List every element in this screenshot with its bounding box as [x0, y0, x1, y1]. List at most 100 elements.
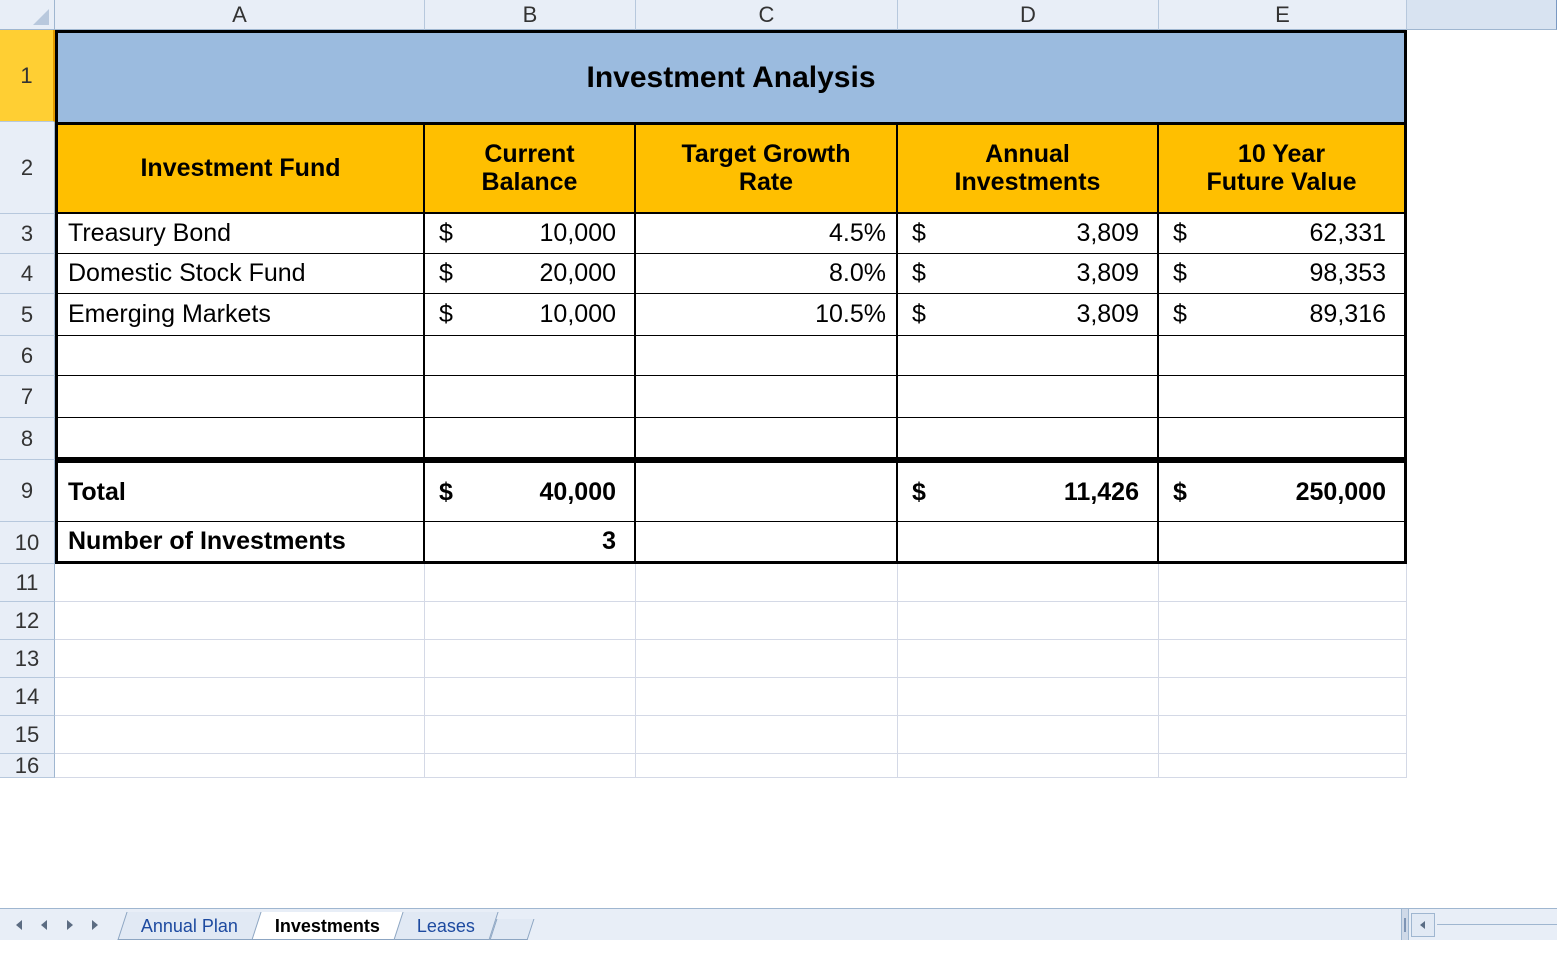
empty-cell[interactable]	[898, 640, 1159, 678]
tab-nav-next[interactable]	[58, 913, 82, 937]
row-header-9[interactable]: 9	[0, 460, 55, 522]
empty-cell[interactable]	[898, 716, 1159, 754]
header-rate[interactable]: Target GrowthRate	[636, 122, 898, 214]
empty-cell[interactable]	[55, 640, 425, 678]
header-annual[interactable]: AnnualInvestments	[898, 122, 1159, 214]
col-header-C[interactable]: C	[636, 0, 898, 30]
cell-balance[interactable]: $10,000	[425, 294, 636, 336]
total-rate[interactable]	[636, 460, 898, 522]
empty-cell[interactable]	[425, 376, 636, 418]
empty-cell[interactable]	[55, 376, 425, 418]
empty-cell[interactable]	[425, 336, 636, 376]
empty-cell[interactable]	[898, 336, 1159, 376]
empty-cell[interactable]	[636, 716, 898, 754]
cell-fund[interactable]: Domestic Stock Fund	[55, 254, 425, 294]
total-future[interactable]: $250,000	[1159, 460, 1407, 522]
cell-annual[interactable]: $3,809	[898, 254, 1159, 294]
col-header-D[interactable]: D	[898, 0, 1159, 30]
empty-cell[interactable]	[55, 602, 425, 640]
empty-cell[interactable]	[636, 418, 898, 460]
col-header-B[interactable]: B	[425, 0, 636, 30]
empty-cell[interactable]	[55, 754, 425, 778]
empty-cell[interactable]	[1159, 564, 1407, 602]
row-header-8[interactable]: 8	[0, 418, 55, 460]
cell-future[interactable]: $89,316	[1159, 294, 1407, 336]
empty-cell[interactable]	[55, 418, 425, 460]
cell-annual[interactable]: $3,809	[898, 214, 1159, 254]
hscroll-track[interactable]	[1437, 924, 1557, 925]
row-header-2[interactable]: 2	[0, 122, 55, 214]
empty-cell[interactable]	[55, 716, 425, 754]
empty-cell[interactable]	[425, 564, 636, 602]
empty-cell[interactable]	[1159, 418, 1407, 460]
hscroll-left[interactable]	[1411, 913, 1435, 937]
empty-cell[interactable]	[1159, 678, 1407, 716]
empty-cell[interactable]	[1159, 640, 1407, 678]
select-all-corner[interactable]	[0, 0, 55, 30]
title-cell[interactable]: Investment Analysis	[55, 30, 1407, 122]
tab-nav-first[interactable]	[6, 913, 30, 937]
col-header-A[interactable]: A	[55, 0, 425, 30]
empty-cell[interactable]	[1159, 336, 1407, 376]
tab-nav-last[interactable]	[84, 913, 108, 937]
cell-balance[interactable]: $10,000	[425, 214, 636, 254]
cell-rate[interactable]: 10.5%	[636, 294, 898, 336]
col-header-E[interactable]: E	[1159, 0, 1407, 30]
cell-rate[interactable]: 8.0%	[636, 254, 898, 294]
cell-fund[interactable]: Emerging Markets	[55, 294, 425, 336]
header-future[interactable]: 10 YearFuture Value	[1159, 122, 1407, 214]
numinv-value[interactable]: 3	[425, 522, 636, 564]
row-header-14[interactable]: 14	[0, 678, 55, 716]
empty-cell[interactable]	[636, 522, 898, 564]
cell-fund[interactable]: Treasury Bond	[55, 214, 425, 254]
empty-cell[interactable]	[636, 336, 898, 376]
cells-grid[interactable]: Investment AnalysisInvestment FundCurren…	[55, 30, 1557, 908]
row-header-10[interactable]: 10	[0, 522, 55, 564]
empty-cell[interactable]	[898, 522, 1159, 564]
tab-scroll-separator[interactable]	[1401, 909, 1409, 940]
empty-cell[interactable]	[1159, 716, 1407, 754]
empty-cell[interactable]	[55, 336, 425, 376]
row-header-12[interactable]: 12	[0, 602, 55, 640]
total-balance[interactable]: $40,000	[425, 460, 636, 522]
empty-cell[interactable]	[636, 376, 898, 418]
tab-nav-prev[interactable]	[32, 913, 56, 937]
empty-cell[interactable]	[898, 754, 1159, 778]
empty-cell[interactable]	[636, 678, 898, 716]
empty-cell[interactable]	[898, 418, 1159, 460]
empty-cell[interactable]	[425, 716, 636, 754]
empty-cell[interactable]	[898, 602, 1159, 640]
empty-cell[interactable]	[636, 640, 898, 678]
empty-cell[interactable]	[636, 564, 898, 602]
header-fund[interactable]: Investment Fund	[55, 122, 425, 214]
cell-balance[interactable]: $20,000	[425, 254, 636, 294]
total-label[interactable]: Total	[55, 460, 425, 522]
cell-annual[interactable]: $3,809	[898, 294, 1159, 336]
cell-future[interactable]: $98,353	[1159, 254, 1407, 294]
row-header-16[interactable]: 16	[0, 754, 55, 778]
new-sheet-tab[interactable]	[490, 919, 535, 940]
total-annual[interactable]: $11,426	[898, 460, 1159, 522]
empty-cell[interactable]	[55, 564, 425, 602]
empty-cell[interactable]	[425, 418, 636, 460]
empty-cell[interactable]	[898, 376, 1159, 418]
cell-rate[interactable]: 4.5%	[636, 214, 898, 254]
cell-future[interactable]: $62,331	[1159, 214, 1407, 254]
row-header-1[interactable]: 1	[0, 30, 55, 122]
empty-cell[interactable]	[1159, 522, 1407, 564]
empty-cell[interactable]	[425, 640, 636, 678]
empty-cell[interactable]	[898, 678, 1159, 716]
numinv-label[interactable]: Number of Investments	[55, 522, 425, 564]
row-header-13[interactable]: 13	[0, 640, 55, 678]
empty-cell[interactable]	[898, 564, 1159, 602]
row-header-7[interactable]: 7	[0, 376, 55, 418]
sheet-tab-annual-plan[interactable]: Annual Plan	[117, 912, 261, 940]
row-header-11[interactable]: 11	[0, 564, 55, 602]
empty-cell[interactable]	[636, 602, 898, 640]
empty-cell[interactable]	[1159, 376, 1407, 418]
empty-cell[interactable]	[1159, 602, 1407, 640]
row-header-15[interactable]: 15	[0, 716, 55, 754]
row-header-3[interactable]: 3	[0, 214, 55, 254]
row-header-5[interactable]: 5	[0, 294, 55, 336]
header-balance[interactable]: CurrentBalance	[425, 122, 636, 214]
